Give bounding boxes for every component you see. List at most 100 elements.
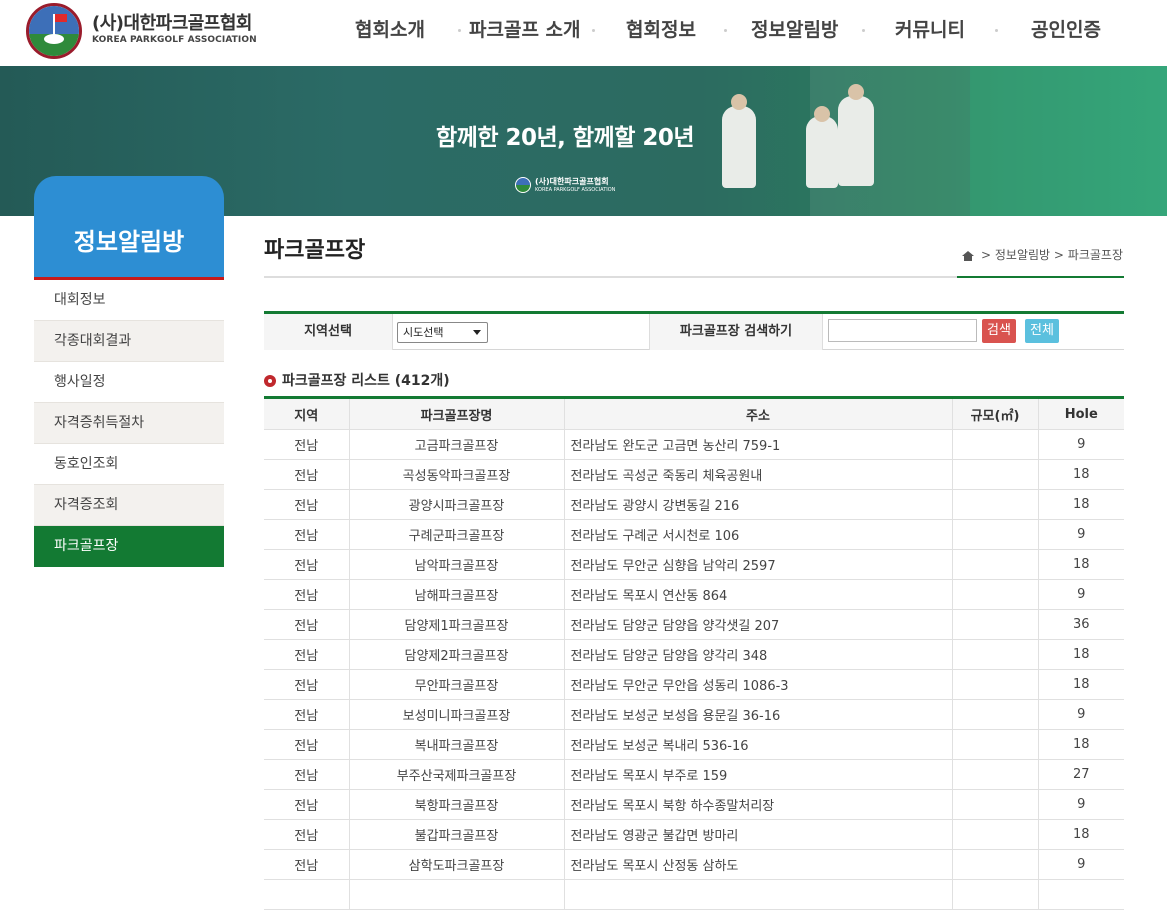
cell-course-name[interactable]: 보성미니파크골프장 xyxy=(348,699,565,730)
cell-hole: 9 xyxy=(1037,699,1124,730)
cell-hole: 18 xyxy=(1037,729,1124,760)
cell-region: 전남 xyxy=(264,639,350,670)
cell-course-name[interactable]: 곡성동악파크골프장 xyxy=(348,459,565,490)
cell-hole: 18 xyxy=(1037,489,1124,520)
logo-text[interactable]: (사)대한파크골프협회 KOREA PARKGOLF ASSOCIATION xyxy=(92,14,257,46)
nav-item-about[interactable]: 협회소개 xyxy=(355,18,425,42)
nav-item-parkgolf[interactable]: 파크골프 소개 xyxy=(469,18,581,42)
cell-course-name[interactable]: 북항파크골프장 xyxy=(348,789,565,820)
cell-course-name[interactable]: 남악파크골프장 xyxy=(348,549,565,580)
column-header-course-name: 파크골프장명 xyxy=(348,397,565,430)
table-row[interactable]: 전남 삼학도파크골프장 전라남도 목포시 산정동 삼하도 9 xyxy=(264,849,1124,880)
cell-region: 전남 xyxy=(264,549,350,580)
search-panel: 지역선택 시도선택 파크골프장 검색하기 검색 전체 xyxy=(264,311,1124,350)
cell-course-name[interactable]: 복내파크골프장 xyxy=(348,729,565,760)
cell-course-name[interactable]: 담양제1파크골프장 xyxy=(348,609,565,640)
cell-address: 전라남도 담양군 담양읍 양각리 348 xyxy=(563,639,953,670)
cell-area xyxy=(951,549,1039,580)
cell-address: 전라남도 담양군 담양읍 양각샛길 207 xyxy=(563,609,953,640)
table-row[interactable]: 전남 고금파크골프장 전라남도 완도군 고금면 농산리 759-1 9 xyxy=(264,429,1124,460)
table-row[interactable]: 전남 부주산국제파크골프장 전라남도 목포시 부주로 159 27 xyxy=(264,759,1124,790)
sidebar-item-license-procedure[interactable]: 자격증취득절차 xyxy=(34,403,224,444)
breadcrumb-item-current[interactable]: 파크골프장 xyxy=(1068,248,1123,262)
table-header-row: 지역 파크골프장명 주소 규모(㎡) Hole xyxy=(264,397,1124,430)
search-button[interactable]: 검색 xyxy=(982,319,1016,343)
cell-hole: 9 xyxy=(1037,789,1124,820)
cell-region xyxy=(264,879,350,910)
sidebar-title-text: 정보알림방 xyxy=(73,228,185,256)
cell-address: 전라남도 목포시 산정동 삼하도 xyxy=(563,849,953,880)
sidebar-item-member-lookup[interactable]: 동호인조회 xyxy=(34,444,224,485)
sidebar-menu: 대회정보 각종대회결과 행사일정 자격증취득절차 동호인조회 자격증조회 파크골… xyxy=(34,280,224,567)
nav-divider xyxy=(592,29,595,32)
breadcrumb-item-notice[interactable]: 정보알림방 xyxy=(995,248,1050,262)
sidebar-item-event-schedule[interactable]: 행사일정 xyxy=(34,362,224,403)
table-row[interactable]: 전남 무안파크골프장 전라남도 무안군 무안읍 성동리 1086-3 18 xyxy=(264,669,1124,700)
banner-logo-text: (사)대한파크골프협회 KOREA PARKGOLF ASSOCIATION xyxy=(535,177,615,195)
nav-item-community[interactable]: 커뮤니티 xyxy=(895,18,965,42)
cell-course-name[interactable]: 남해파크골프장 xyxy=(348,579,565,610)
cell-hole: 18 xyxy=(1037,669,1124,700)
table-row[interactable]: 전남 복내파크골프장 전라남도 보성군 복내리 536-16 18 xyxy=(264,729,1124,760)
cell-area xyxy=(951,789,1039,820)
cell-region: 전남 xyxy=(264,849,350,880)
table-row[interactable]: 전남 북항파크골프장 전라남도 목포시 북항 하수종말처리장 9 xyxy=(264,789,1124,820)
association-logo-icon[interactable] xyxy=(26,3,82,59)
breadcrumb-sep: > xyxy=(1053,248,1064,262)
cell-area xyxy=(951,579,1039,610)
table-row[interactable] xyxy=(264,879,1124,910)
sidebar-item-tournament-results[interactable]: 각종대회결과 xyxy=(34,321,224,362)
sidebar-item-parkgolf-courses[interactable]: 파크골프장 xyxy=(34,526,224,567)
table-row[interactable]: 전남 곡성동악파크골프장 전라남도 곡성군 죽동리 체육공원내 18 xyxy=(264,459,1124,490)
cell-course-name[interactable]: 무안파크골프장 xyxy=(348,669,565,700)
cell-course-name[interactable]: 구례군파크골프장 xyxy=(348,519,565,550)
breadcrumb: > 정보알림방 > 파크골프장 xyxy=(962,246,1123,263)
table-row[interactable]: 전남 구례군파크골프장 전라남도 구례군 서시천로 106 9 xyxy=(264,519,1124,550)
cell-region: 전남 xyxy=(264,489,350,520)
list-heading: 파크골프장 리스트 (412개) xyxy=(264,370,450,390)
course-search-input[interactable] xyxy=(828,319,977,342)
nav-item-info[interactable]: 협회정보 xyxy=(626,18,696,42)
table-row[interactable]: 전남 담양제2파크골프장 전라남도 담양군 담양읍 양각리 348 18 xyxy=(264,639,1124,670)
site-header: (사)대한파크골프협회 KOREA PARKGOLF ASSOCIATION 협… xyxy=(0,0,1167,66)
sidebar-title: 정보알림방 xyxy=(34,176,224,280)
cell-region: 전남 xyxy=(264,429,350,460)
cell-address: 전라남도 광양시 강변동길 216 xyxy=(563,489,953,520)
nav-item-certification[interactable]: 공인인증 xyxy=(1031,18,1101,42)
cell-address: 전라남도 곡성군 죽동리 체육공원내 xyxy=(563,459,953,490)
region-select[interactable]: 시도선택 xyxy=(397,322,488,343)
table-row[interactable]: 전남 남해파크골프장 전라남도 목포시 연산동 864 9 xyxy=(264,579,1124,610)
table-row[interactable]: 전남 불갑파크골프장 전라남도 영광군 불갑면 방마리 18 xyxy=(264,819,1124,850)
cell-course-name[interactable]: 담양제2파크골프장 xyxy=(348,639,565,670)
cell-course-name[interactable]: 불갑파크골프장 xyxy=(348,819,565,850)
cell-course-name[interactable]: 고금파크골프장 xyxy=(348,429,565,460)
sidebar-item-license-lookup[interactable]: 자격증조회 xyxy=(34,485,224,526)
sidebar-item-tournament-info[interactable]: 대회정보 xyxy=(34,280,224,321)
cell-region: 전남 xyxy=(264,819,350,850)
cell-area xyxy=(951,879,1039,910)
table-row[interactable]: 전남 남악파크골프장 전라남도 무안군 심향읍 남악리 2597 18 xyxy=(264,549,1124,580)
table-row[interactable]: 전남 보성미니파크골프장 전라남도 보성군 보성읍 용문길 36-16 9 xyxy=(264,699,1124,730)
table-row[interactable]: 전남 담양제1파크골프장 전라남도 담양군 담양읍 양각샛길 207 36 xyxy=(264,609,1124,640)
cell-area xyxy=(951,729,1039,760)
nav-divider xyxy=(862,29,865,32)
cell-course-name[interactable]: 삼학도파크골프장 xyxy=(348,849,565,880)
bullet-circle-icon xyxy=(264,375,276,387)
cell-hole: 9 xyxy=(1037,519,1124,550)
cell-course-name[interactable]: 광양시파크골프장 xyxy=(348,489,565,520)
breadcrumb-sep: > xyxy=(980,248,992,262)
nav-item-notice[interactable]: 정보알림방 xyxy=(751,18,838,42)
cell-course-name[interactable]: 부주산국제파크골프장 xyxy=(348,759,565,790)
cell-address: 전라남도 무안군 무안읍 성동리 1086-3 xyxy=(563,669,953,700)
cell-hole: 18 xyxy=(1037,459,1124,490)
home-icon[interactable] xyxy=(962,251,975,261)
cell-address: 전라남도 목포시 북항 하수종말처리장 xyxy=(563,789,953,820)
list-heading-text: 파크골프장 리스트 (412개) xyxy=(282,373,450,389)
table-row[interactable]: 전남 광양시파크골프장 전라남도 광양시 강변동길 216 18 xyxy=(264,489,1124,520)
cell-area xyxy=(951,819,1039,850)
cell-address: 전라남도 보성군 복내리 536-16 xyxy=(563,729,953,760)
cell-course-name[interactable] xyxy=(348,879,565,910)
show-all-button[interactable]: 전체 xyxy=(1025,319,1059,343)
column-header-address: 주소 xyxy=(563,397,953,430)
cell-address: 전라남도 구례군 서시천로 106 xyxy=(563,519,953,550)
